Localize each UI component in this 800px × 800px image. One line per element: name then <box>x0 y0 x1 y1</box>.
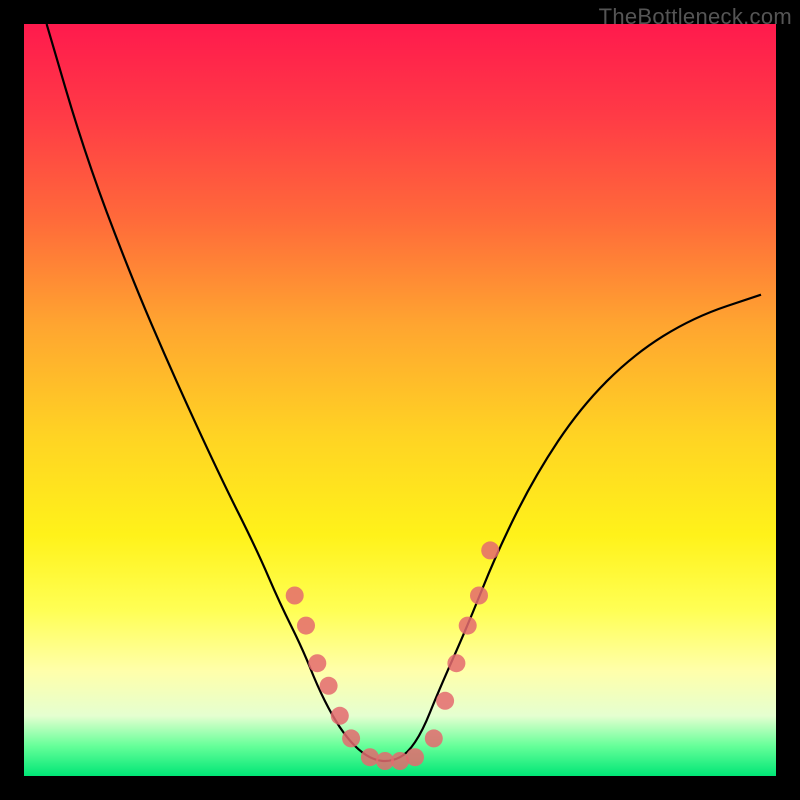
highlight-dot <box>459 617 477 635</box>
chart-frame <box>24 24 776 776</box>
chart-svg <box>24 24 776 776</box>
highlight-dot <box>320 677 338 695</box>
highlight-dot <box>342 729 360 747</box>
watermark-text: TheBottleneck.com <box>599 4 792 30</box>
highlight-dot <box>436 692 454 710</box>
highlight-dot <box>481 541 499 559</box>
highlight-dot <box>425 729 443 747</box>
highlight-dot <box>297 617 315 635</box>
highlight-dot <box>391 752 409 770</box>
bottleneck-curve <box>47 24 761 761</box>
highlight-dot <box>470 587 488 605</box>
highlight-dot <box>406 748 424 766</box>
highlight-dot <box>286 587 304 605</box>
highlight-dot <box>447 654 465 672</box>
highlight-dots-group <box>286 541 500 770</box>
highlight-dot <box>308 654 326 672</box>
highlight-dot <box>331 707 349 725</box>
highlight-dot <box>361 748 379 766</box>
